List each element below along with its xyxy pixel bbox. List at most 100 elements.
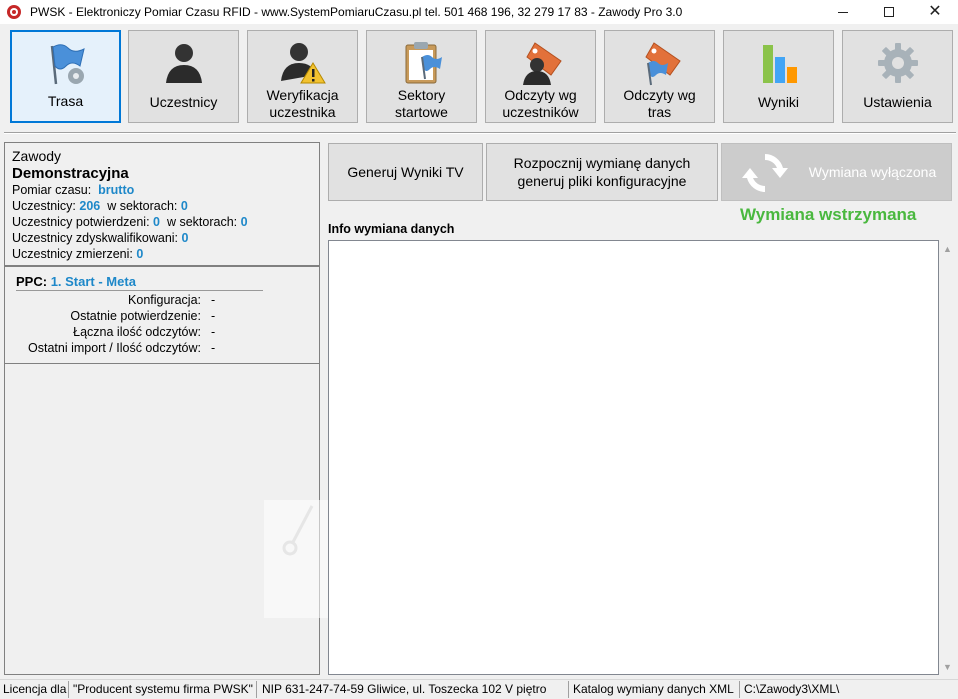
statusbar-sciezka: C:\Zawody3\XML\ [744, 682, 840, 696]
status-bar: Licencja dla "Producent systemu firma PW… [0, 679, 958, 699]
tag-flag-icon [636, 39, 684, 87]
zmierzeni-row: Uczestnicy zmierzeni: 0 [12, 246, 312, 262]
user-warning-icon [279, 39, 327, 87]
odczyty-uczestnikow-button[interactable]: Odczyty wg uczestników [485, 30, 596, 123]
uczestnicy-button[interactable]: Uczestnicy [128, 30, 239, 123]
statusbar-producent: "Producent systemu firma PWSK" [73, 682, 253, 696]
scroll-up-icon[interactable]: ▲ [939, 240, 956, 257]
uczestnicy-count-value: 206 [79, 199, 101, 213]
info-scrollbar[interactable]: ▲ ▼ [939, 240, 956, 675]
zawody-panel: Zawody Demonstracyjna Pomiar czasu: brut… [4, 142, 320, 266]
weryfikacja-label-line2: uczestnika [269, 104, 336, 120]
app-icon [6, 4, 22, 20]
trasa-button[interactable]: Trasa [10, 30, 121, 123]
weryfikacja-button[interactable]: Weryfikacja uczestnika [247, 30, 358, 123]
sektory-label-line2: startowe [395, 104, 448, 120]
wymiana-wylaczona-button[interactable]: Wymiana wyłączona [721, 143, 952, 201]
odczyty-uczestnikow-label: Odczyty wg uczestników [486, 87, 595, 121]
trasa-label: Trasa [47, 93, 84, 109]
potwierdzeni-value: 0 [153, 215, 160, 229]
statusbar-divider [68, 681, 69, 698]
statusbar-divider [256, 681, 257, 698]
odczyty-ucz-label-line2: uczestników [502, 104, 579, 120]
refresh-icon [740, 148, 790, 198]
zawody-name: Demonstracyjna [12, 165, 129, 182]
ppc-value: 1. Start - Meta [50, 274, 136, 289]
potwierdzenie-label: Ostatnie potwierdzenie: [70, 309, 201, 323]
minimize-icon [838, 11, 848, 13]
pomiar-row: Pomiar czasu: brutto [12, 182, 312, 198]
tag-user-icon [517, 39, 565, 87]
maximize-icon [884, 7, 894, 17]
ppc-divider [16, 290, 263, 291]
user-icon [160, 39, 208, 87]
statusbar-divider [739, 681, 740, 698]
konfiguracja-value: - [211, 293, 216, 307]
rozpocznij-line1: Rozpocznij wymianę danych [513, 155, 691, 171]
uczestnicy-row: Uczestnicy: 206 w sektorach: 0 [12, 198, 312, 214]
wyniki-button[interactable]: Wyniki [723, 30, 834, 123]
window-controls: ✕ [820, 0, 958, 24]
odczyty-tras-label-line1: Odczyty wg [623, 87, 696, 103]
statusbar-nip: NIP 631-247-74-59 Gliwice, ul. Toszecka … [262, 682, 547, 696]
pomiar-value: brutto [98, 183, 135, 197]
potwierdzeni-label: Uczestnicy potwierdzeni: [12, 215, 150, 229]
scroll-down-icon[interactable]: ▼ [939, 658, 956, 675]
clipboard-flag-icon [398, 39, 446, 87]
ustawienia-button[interactable]: Ustawienia [842, 30, 953, 123]
sektory-count-label: w sektorach: [107, 199, 178, 213]
ustawienia-label: Ustawienia [863, 94, 932, 110]
flag-gear-icon [42, 40, 90, 88]
potwierdzenie-value: - [211, 309, 216, 323]
odczyty-total-value: - [211, 325, 216, 339]
potw-sektory-label: w sektorach: [166, 215, 238, 229]
import-label: Ostatni import / Ilość odczytów: [28, 341, 201, 355]
ppc-label: PPC: [16, 274, 48, 289]
wymiana-status: Wymiana wstrzymana [740, 205, 917, 224]
potw-sektory-value: 0 [240, 215, 248, 229]
uczestnicy-count-label: Uczestnicy: [12, 199, 76, 213]
zmierzeni-value: 0 [136, 247, 144, 261]
gear-icon [874, 39, 922, 87]
title-bar: PWSK - Elektroniczy Pomiar Czasu RFID - … [0, 0, 958, 24]
minimize-button[interactable] [820, 0, 866, 24]
wyniki-label: Wyniki [757, 94, 800, 110]
import-value: - [211, 341, 216, 355]
close-icon: ✕ [928, 3, 942, 20]
zdyskw-label: Uczestnicy zdyskwalifikowani: [12, 231, 179, 245]
odczyty-tras-label-line2: tras [647, 104, 672, 120]
info-textarea[interactable] [328, 240, 939, 675]
odczyty-tras-button[interactable]: Odczyty wg tras [604, 30, 715, 123]
bar-chart-icon [755, 39, 803, 87]
wymiana-wylaczona-label: Wymiana wyłączona [808, 164, 937, 180]
sektory-count-value: 0 [180, 199, 188, 213]
odczyty-ucz-label-line1: Odczyty wg [504, 87, 577, 103]
zdyskw-value: 0 [181, 231, 189, 245]
main-toolbar: Trasa Uczestnicy Weryfikacja uczestnika [0, 24, 958, 130]
toolbar-separator [4, 132, 956, 134]
statusbar-divider [568, 681, 569, 698]
sektory-label: Sektory startowe [367, 87, 476, 121]
ppc-panel: PPC: 1. Start - Meta Konfiguracja: - Ost… [4, 266, 320, 364]
odczyty-total-label: Łączna ilość odczytów: [73, 325, 201, 339]
konfiguracja-label: Konfiguracja: [128, 293, 201, 307]
sektory-button[interactable]: Sektory startowe [366, 30, 477, 123]
weryfikacja-label-line1: Weryfikacja [266, 87, 339, 103]
zdyskwalifikowani-row: Uczestnicy zdyskwalifikowani: 0 [12, 230, 312, 246]
zawody-label: Zawody [12, 148, 62, 164]
odczyty-tras-label: Odczyty wg tras [605, 87, 714, 121]
potwierdzeni-row: Uczestnicy potwierdzeni: 0 w sektorach: … [12, 214, 312, 230]
sektory-label-line1: Sektory [397, 87, 446, 103]
pomiar-label: Pomiar czasu: [12, 183, 92, 197]
maximize-button[interactable] [866, 0, 912, 24]
ppc-header: PPC: 1. Start - Meta [16, 274, 136, 289]
close-button[interactable]: ✕ [912, 0, 958, 24]
uczestnicy-label: Uczestnicy [149, 94, 218, 110]
rozpocznij-line2: generuj pliki konfiguracyjne [517, 173, 687, 189]
generuj-wyniki-tv-button[interactable]: Generuj Wyniki TV [328, 143, 483, 201]
info-label: Info wymiana danych [328, 222, 455, 236]
weryfikacja-label: Weryfikacja uczestnika [248, 87, 357, 121]
watermark [264, 500, 328, 618]
rozpocznij-wymiane-button[interactable]: Rozpocznij wymianę danych generuj pliki … [486, 143, 718, 201]
statusbar-katalog: Katalog wymiany danych XML [573, 682, 734, 696]
